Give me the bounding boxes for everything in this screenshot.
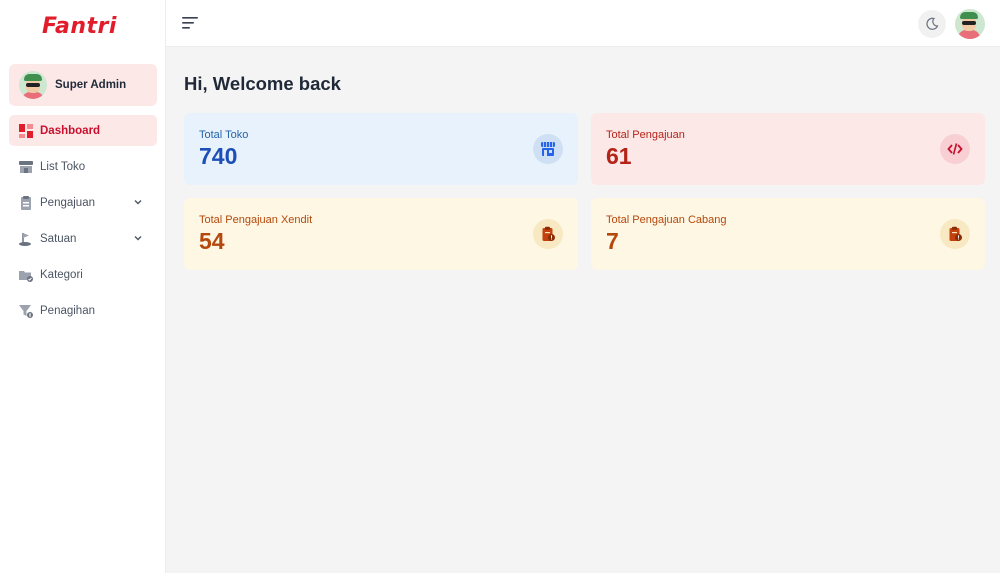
store-icon bbox=[19, 160, 33, 174]
sidebar-item-label: Pengajuan bbox=[40, 196, 95, 209]
card-label: Total Pengajuan Xendit bbox=[199, 214, 313, 226]
sidebar-item-kategori[interactable]: Kategori bbox=[9, 259, 157, 290]
sidebar-item-label: Satuan bbox=[40, 232, 77, 245]
user-card[interactable]: Super Admin bbox=[9, 64, 157, 106]
stat-card-total-toko: Total Toko 740 bbox=[184, 113, 578, 185]
sidebar-item-satuan[interactable]: Satuan bbox=[9, 223, 157, 254]
category-icon bbox=[19, 268, 33, 282]
avatar bbox=[955, 9, 985, 39]
stat-card-total-pengajuan: Total Pengajuan 61 bbox=[591, 113, 985, 185]
stat-card-total-pengajuan-cabang: Total Pengajuan Cabang 7 bbox=[591, 198, 985, 270]
sidebar-item-label: List Toko bbox=[40, 160, 86, 173]
user-name: Super Admin bbox=[55, 79, 127, 91]
sidebar-item-dashboard[interactable]: Dashboard bbox=[9, 115, 157, 146]
billing-icon bbox=[19, 304, 33, 318]
chevron-down-icon bbox=[134, 236, 142, 241]
card-label: Total Pengajuan bbox=[606, 129, 685, 141]
card-value: 54 bbox=[199, 228, 225, 254]
theme-toggle-button[interactable] bbox=[918, 10, 946, 38]
profile-avatar-button[interactable] bbox=[955, 9, 985, 39]
sidebar: Fantri Super Admin Dashboard List Toko P… bbox=[0, 0, 166, 573]
card-value: 7 bbox=[606, 228, 619, 254]
brand-logo[interactable]: Fantri bbox=[42, 14, 117, 44]
clipboard-alert-icon bbox=[533, 219, 563, 249]
logo-text: Fantri bbox=[42, 14, 117, 39]
moon-icon bbox=[926, 17, 939, 30]
sidebar-item-list-toko[interactable]: List Toko bbox=[9, 151, 157, 182]
page-title: Hi, Welcome back bbox=[184, 73, 341, 94]
sidebar-item-penagihan[interactable]: Penagihan bbox=[9, 295, 157, 326]
card-label: Total Pengajuan Cabang bbox=[606, 214, 727, 226]
card-label: Total Toko bbox=[199, 129, 249, 141]
card-value: 61 bbox=[606, 143, 632, 169]
sidebar-item-pengajuan[interactable]: Pengajuan bbox=[9, 187, 157, 218]
top-bar bbox=[166, 0, 1000, 47]
sidebar-item-label: Dashboard bbox=[40, 124, 101, 137]
avatar bbox=[19, 71, 47, 99]
unit-icon bbox=[19, 232, 33, 246]
stat-card-total-pengajuan-xendit: Total Pengajuan Xendit 54 bbox=[184, 198, 578, 270]
sidebar-nav: Dashboard List Toko Pengajuan Satuan Kat… bbox=[9, 115, 157, 331]
clipboard-alert-icon bbox=[940, 219, 970, 249]
sidebar-item-label: Penagihan bbox=[40, 304, 95, 317]
code-icon bbox=[940, 134, 970, 164]
hamburger-icon[interactable] bbox=[182, 15, 200, 31]
dashboard-icon bbox=[19, 123, 33, 138]
sidebar-item-label: Kategori bbox=[40, 268, 83, 281]
clipboard-icon bbox=[19, 195, 33, 210]
card-value: 740 bbox=[199, 143, 238, 169]
chevron-down-icon bbox=[134, 200, 142, 205]
store-icon bbox=[533, 134, 563, 164]
